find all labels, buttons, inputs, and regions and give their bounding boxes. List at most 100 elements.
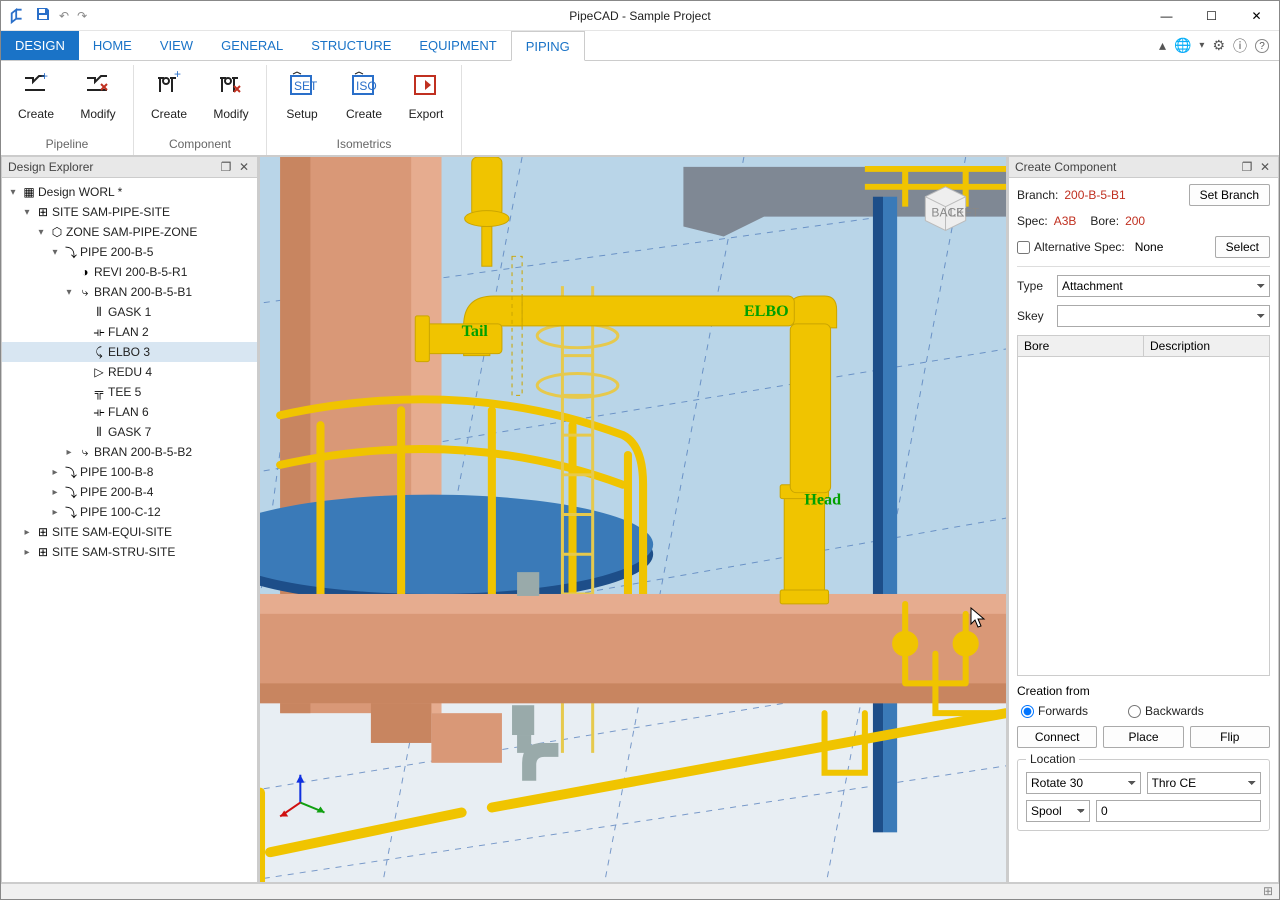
status-grip-icon: ⊞ (1263, 884, 1273, 899)
iso-export-icon (410, 69, 442, 101)
location-legend: Location (1026, 752, 1079, 766)
location-fieldset: Location Rotate 30 Thro CE Spool (1017, 752, 1270, 831)
bore-label: Bore: (1090, 214, 1119, 228)
alt-spec-checkbox[interactable]: Alternative Spec: (1017, 240, 1125, 254)
title-bar: ↶ ↷ PipeCAD - Sample Project — ☐ ✕ (1, 1, 1279, 31)
svg-text:+: + (174, 70, 181, 81)
tree-gask1[interactable]: ⦀GASK 1 (2, 302, 257, 322)
spec-label: Spec: (1017, 214, 1048, 228)
tree-zone[interactable]: ▾⬡ZONE SAM-PIPE-ZONE (2, 222, 257, 242)
3d-viewport[interactable]: BACKLEFT (259, 156, 1007, 883)
tree-pipe-100c12[interactable]: ▸⤵PIPE 100-C-12 (2, 502, 257, 522)
collapse-ribbon-icon[interactable]: ▴ (1159, 37, 1166, 54)
globe-dropdown-icon[interactable]: ▾ (1199, 40, 1204, 51)
iso-create-button[interactable]: ISO Create (339, 65, 389, 135)
undo-icon[interactable]: ↶ (59, 9, 69, 23)
component-list[interactable] (1017, 356, 1270, 676)
tab-design[interactable]: DESIGN (1, 31, 79, 60)
alt-spec-select-button[interactable]: Select (1215, 236, 1270, 258)
pipeline-modify-button[interactable]: Modify (73, 65, 123, 135)
window-close-button[interactable]: ✕ (1234, 1, 1279, 31)
svg-text:LEFT: LEFT (950, 206, 980, 220)
rotate-select[interactable]: Rotate 30 (1026, 772, 1141, 794)
pipeline-create-icon: + (20, 69, 52, 101)
tree-site-equi[interactable]: ▸⊞SITE SAM-EQUI-SITE (2, 522, 257, 542)
tab-view[interactable]: VIEW (146, 31, 207, 60)
type-select[interactable]: Attachment (1057, 275, 1270, 297)
ribbon-body: + Create Modify Pipeline + Create Modify (1, 61, 1279, 156)
info-icon[interactable]: ⓘ (1233, 36, 1247, 56)
tree-site-stru[interactable]: ▸⊞SITE SAM-STRU-SITE (2, 542, 257, 562)
svg-text:SET: SET (294, 79, 317, 93)
panel-float-icon[interactable]: ❐ (1240, 160, 1254, 174)
group-title-isometrics: Isometrics (337, 135, 392, 155)
window-minimize-button[interactable]: — (1144, 1, 1189, 31)
settings-gear-icon[interactable]: ⚙ (1212, 37, 1225, 54)
tree-redu4[interactable]: ▷REDU 4 (2, 362, 257, 382)
bore-value: 200 (1125, 214, 1145, 228)
component-create-button[interactable]: + Create (144, 65, 194, 135)
branch-label: Branch: (1017, 188, 1058, 202)
create-component-panel: Create Component ❐ ✕ Branch: 200-B-5-B1 … (1007, 156, 1279, 883)
group-title-pipeline: Pipeline (46, 135, 89, 155)
window-maximize-button[interactable]: ☐ (1189, 1, 1234, 31)
tree-pipe-200b4[interactable]: ▸⤵PIPE 200-B-4 (2, 482, 257, 502)
tree-flan6[interactable]: ⟛FLAN 6 (2, 402, 257, 422)
help-icon[interactable]: ? (1255, 39, 1269, 53)
pipeline-modify-icon (82, 69, 114, 101)
creation-from-label: Creation from (1017, 684, 1270, 698)
svg-text:ISO: ISO (356, 79, 377, 93)
design-tree[interactable]: ▾▦Design WORL * ▾⊞SITE SAM-PIPE-SITE ▾⬡Z… (1, 178, 258, 883)
svg-text:+: + (41, 70, 48, 83)
spool-number-input[interactable] (1096, 800, 1261, 822)
tree-flan2[interactable]: ⟛FLAN 2 (2, 322, 257, 342)
tab-general[interactable]: GENERAL (207, 31, 297, 60)
tree-pipe-100b8[interactable]: ▸⤵PIPE 100-B-8 (2, 462, 257, 482)
design-explorer-title: Design Explorer (8, 160, 215, 174)
iso-create-icon: ISO (348, 69, 380, 101)
direction-forwards-radio[interactable]: Forwards (1021, 704, 1088, 718)
place-button[interactable]: Place (1103, 726, 1183, 748)
ribbon-tab-strip: DESIGN HOME VIEW GENERAL STRUCTURE EQUIP… (1, 31, 1279, 61)
tree-tee5[interactable]: ╦TEE 5 (2, 382, 257, 402)
viewport-label-head: Head (804, 492, 841, 509)
redo-icon[interactable]: ↷ (77, 9, 87, 23)
tab-home[interactable]: HOME (79, 31, 146, 60)
tree-revi[interactable]: ◑REVI 200-B-5-R1 (2, 262, 257, 282)
design-explorer-panel: Design Explorer ❐ ✕ ▾▦Design WORL * ▾⊞SI… (1, 156, 259, 883)
iso-export-button[interactable]: Export (401, 65, 451, 135)
viewport-label-elbo: ELBO (744, 303, 789, 320)
tree-site-pipe[interactable]: ▾⊞SITE SAM-PIPE-SITE (2, 202, 257, 222)
panel-close-icon[interactable]: ✕ (1258, 160, 1272, 174)
app-logo-icon (9, 7, 27, 25)
iso-setup-button[interactable]: SET Setup (277, 65, 327, 135)
tree-bran2[interactable]: ▸⤷BRAN 200-B-5-B2 (2, 442, 257, 462)
lang-icon[interactable]: 🌐 (1174, 37, 1191, 54)
pipeline-create-button[interactable]: + Create (11, 65, 61, 135)
tree-bran1[interactable]: ▾⤷BRAN 200-B-5-B1 (2, 282, 257, 302)
component-modify-button[interactable]: Modify (206, 65, 256, 135)
flip-button[interactable]: Flip (1190, 726, 1270, 748)
spool-select[interactable]: Spool (1026, 800, 1090, 822)
direction-backwards-radio[interactable]: Backwards (1128, 704, 1204, 718)
alt-spec-value: None (1131, 240, 1209, 254)
window-title: PipeCAD - Sample Project (1, 9, 1279, 23)
tab-equipment[interactable]: EQUIPMENT (405, 31, 510, 60)
tab-structure[interactable]: STRUCTURE (297, 31, 405, 60)
branch-value: 200-B-5-B1 (1064, 188, 1182, 202)
set-branch-button[interactable]: Set Branch (1189, 184, 1270, 206)
tree-root[interactable]: ▾▦Design WORL * (2, 182, 257, 202)
viewport-label-tail: Tail (462, 323, 489, 340)
connect-button[interactable]: Connect (1017, 726, 1097, 748)
panel-close-icon[interactable]: ✕ (237, 160, 251, 174)
thro-select[interactable]: Thro CE (1147, 772, 1262, 794)
skey-label: Skey (1017, 309, 1051, 323)
tree-elbo3[interactable]: ⤹ELBO 3 (2, 342, 257, 362)
tree-pipe-200b5[interactable]: ▾⤵PIPE 200-B-5 (2, 242, 257, 262)
tab-piping[interactable]: PIPING (511, 31, 585, 61)
type-label: Type (1017, 279, 1051, 293)
panel-float-icon[interactable]: ❐ (219, 160, 233, 174)
save-icon[interactable] (35, 6, 51, 25)
skey-select[interactable] (1057, 305, 1270, 327)
tree-gask7[interactable]: ⦀GASK 7 (2, 422, 257, 442)
